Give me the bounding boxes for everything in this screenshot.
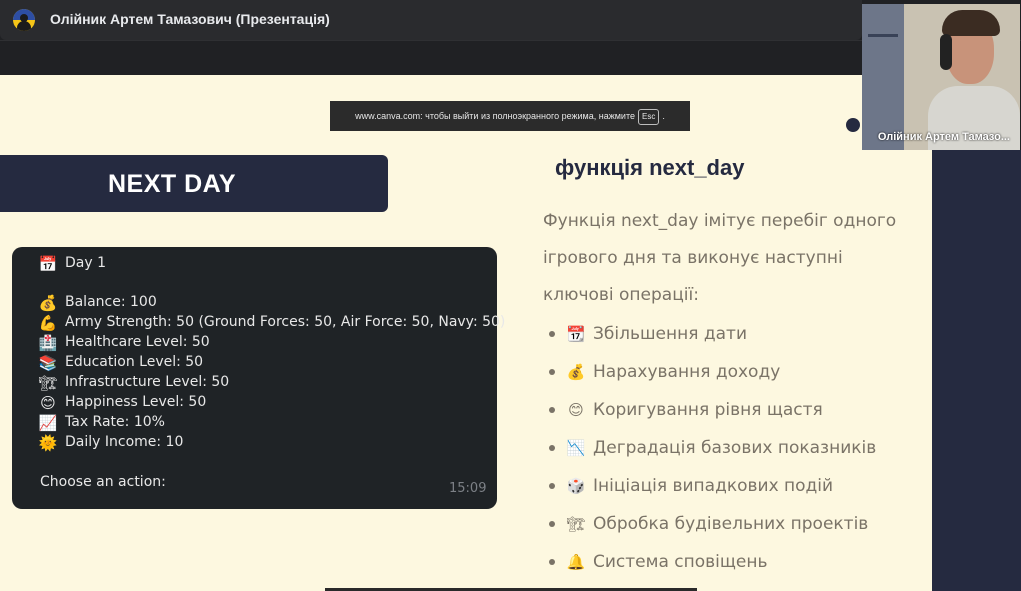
chat-line-text: Happiness Level: 50 [65,394,207,410]
chat-line-text: Healthcare Level: 50 [65,334,210,350]
fullscreen-tip-period: . [662,111,665,121]
fullscreen-exit-tip: www.canva.com: чтобы выйти из полноэкран… [330,101,690,131]
chart-decreasing-icon: 📉 [566,439,586,457]
hospital-icon: 🏥 [38,334,58,352]
chat-line: Choose an action: [40,474,166,490]
smiling-face-icon: 😊 [568,401,584,419]
bell-icon: 🔔 [566,553,586,571]
function-description: Функція next_day імітує перебіг одного і… [543,211,897,305]
bullet-dot-icon [549,331,555,337]
chat-line: 💪 Army Strength: 50 (Ground Forces: 50, A… [38,314,506,332]
esc-key-hint: Esc [637,109,660,125]
chat-line: 📅 Day 1 [38,255,107,273]
next-day-title: NEXT DAY [108,170,237,198]
operation-label: Ініціація випадкових подій [593,476,834,496]
chat-line: 😊 Happiness Level: 50 [40,394,207,412]
smiling-face-icon: 😊 [40,394,56,412]
operation-list-item: 🏗 Обробка будівельних проектів [549,510,929,548]
chat-line-text: Choose an action: [40,474,166,490]
money-bag-icon: 💰 [566,363,586,381]
chat-line: 💰 Balance: 100 [38,294,157,312]
operation-list-item: 😊 Коригування рівня щастя [549,396,929,434]
headset-icon [940,34,952,70]
construction-icon: 🏗 [38,374,58,392]
sun-icon: 🌞 [38,434,58,452]
operation-label: Нарахування доходу [593,362,781,382]
slide-dot-icon [846,118,860,132]
chat-line-text: Day 1 [65,255,107,271]
bullet-dot-icon [549,407,555,413]
participant-hair [942,10,1000,36]
presenter-avatar [13,9,35,31]
chat-line: 🏗 Infrastructure Level: 50 [38,374,230,392]
operation-label: Збільшення дати [593,324,747,344]
bullet-dot-icon [549,445,555,451]
books-icon: 📚 [38,354,58,372]
operation-label: Обробка будівельних проектів [593,514,869,534]
operation-list-item: 🎲 Ініціація випадкових подій [549,472,929,510]
operation-label: Коригування рівня щастя [593,400,823,420]
chat-line-text: Tax Rate: 10% [65,414,165,430]
participant-name: Олійник Артем Тамазо... [877,131,1010,143]
dice-icon: 🎲 [566,477,586,495]
operation-label: Деградація базових показників [593,438,877,458]
operation-list-item: 📉 Деградація базових показників [549,434,929,472]
chat-line: 📚 Education Level: 50 [38,354,204,372]
bullet-dot-icon [549,559,555,565]
chart-increasing-icon: 📈 [38,414,58,432]
fullscreen-tip-text: www.canva.com: чтобы выйти из полноэкран… [355,111,635,121]
calendar-icon: 📆 [566,325,586,343]
bullet-dot-icon [549,369,555,375]
operation-list-item: 📆 Збільшення дати [549,320,929,358]
participant-video-tile[interactable]: Олійник Артем Тамазо... [862,4,1020,150]
operation-label: Система сповіщень [593,552,768,572]
chat-line: 🏥 Healthcare Level: 50 [38,334,210,352]
message-timestamp: 15:09 [449,481,487,496]
chat-line-text: Daily Income: 10 [65,434,184,450]
chat-line-text: Education Level: 50 [65,354,204,370]
chat-line-text: Infrastructure Level: 50 [65,374,230,390]
function-title: функція next_day [555,155,745,180]
operation-list-item: 💰 Нарахування доходу [549,358,929,396]
chat-line: 📈 Tax Rate: 10% [38,414,165,432]
presenter-title: Олійник Артем Тамазович (Презентація) [50,11,330,27]
money-bag-icon: 💰 [38,294,58,312]
chat-line-text: Army Strength: 50 (Ground Forces: 50, Ai… [65,314,506,330]
presentation-header: Олійник Артем Тамазович (Презентація) [0,0,862,40]
bullet-dot-icon [549,521,555,527]
flexed-biceps-icon: 💪 [38,314,58,332]
operations-list: 📆 Збільшення дати 💰 Нарахування доходу 😊 Кори… [549,320,929,586]
calendar-icon: 📅 [38,255,58,273]
header-spacer [0,41,862,75]
chat-line-text: Balance: 100 [65,294,157,310]
operation-list-item: 🔔 Система сповіщень [549,548,929,586]
slide-side-bar [932,150,1021,591]
chat-line: 🌞 Daily Income: 10 [38,434,184,452]
construction-icon: 🏗 [566,515,586,533]
bullet-dot-icon [549,483,555,489]
